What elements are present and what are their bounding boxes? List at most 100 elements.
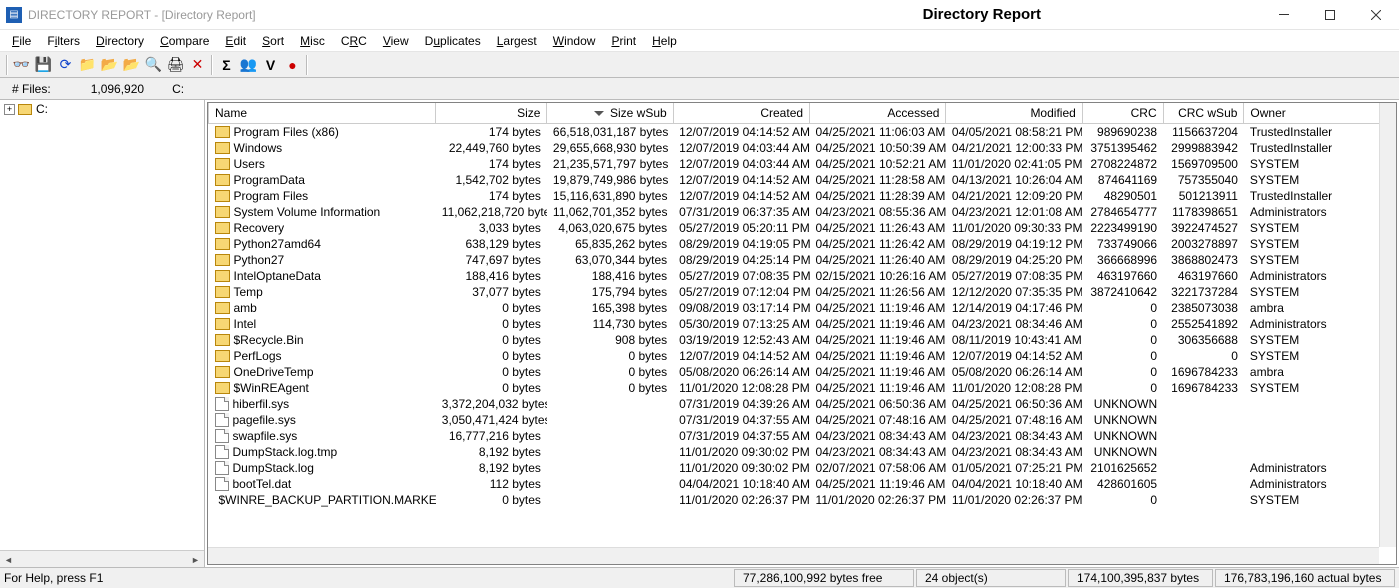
row-size: 0 bytes <box>436 492 547 508</box>
table-row[interactable]: PerfLogs0 bytes0 bytes12/07/2019 04:14:5… <box>209 348 1396 364</box>
row-crc-wsub: 501213911 <box>1163 188 1244 204</box>
table-row[interactable]: swapfile.sys16,777,216 bytes07/31/2019 0… <box>209 428 1396 444</box>
row-crc-wsub: 1178398651 <box>1163 204 1244 220</box>
row-modified: 08/29/2019 04:19:12 PM <box>946 236 1082 252</box>
status-objects: 24 object(s) <box>916 569 1066 587</box>
list-hscroll[interactable] <box>208 547 1379 564</box>
table-row[interactable]: $WINRE_BACKUP_PARTITION.MARKER0 bytes11/… <box>209 492 1396 508</box>
tree-hscroll[interactable]: ◄ ► <box>0 550 204 567</box>
row-modified: 04/04/2021 10:18:40 AM <box>946 476 1082 492</box>
col-crc[interactable]: CRC <box>1082 103 1163 124</box>
row-crc: 2101625652 <box>1082 460 1163 476</box>
table-row[interactable]: amb0 bytes165,398 bytes09/08/2019 03:17:… <box>209 300 1396 316</box>
table-row[interactable]: Temp37,077 bytes175,794 bytes05/27/2019 … <box>209 284 1396 300</box>
menu-directory[interactable]: Directory <box>88 32 152 50</box>
col-accessed[interactable]: Accessed <box>810 103 946 124</box>
col-name[interactable]: Name <box>209 103 436 124</box>
close-button[interactable] <box>1353 0 1399 30</box>
col-modified[interactable]: Modified <box>946 103 1082 124</box>
folder-up-icon[interactable]: 📂 <box>99 54 120 75</box>
sigma-icon[interactable]: Σ <box>216 54 237 75</box>
row-accessed: 04/25/2021 10:50:39 AM <box>810 140 946 156</box>
table-row[interactable]: Recovery3,033 bytes4,063,020,675 bytes05… <box>209 220 1396 236</box>
menu-sort[interactable]: Sort <box>254 32 292 50</box>
row-created: 07/31/2019 04:39:26 AM <box>673 396 809 412</box>
table-row[interactable]: OneDriveTemp0 bytes0 bytes05/08/2020 06:… <box>209 364 1396 380</box>
row-owner: SYSTEM <box>1244 380 1396 396</box>
col-size-wsub[interactable]: Size wSub <box>547 103 673 124</box>
table-row[interactable]: System Volume Information11,062,218,720 … <box>209 204 1396 220</box>
menu-filters[interactable]: Filters <box>39 32 88 50</box>
table-row[interactable]: Program Files174 bytes15,116,631,890 byt… <box>209 188 1396 204</box>
row-size-wsub: 188,416 bytes <box>547 268 673 284</box>
expand-icon[interactable]: + <box>4 104 15 115</box>
scroll-left-icon[interactable]: ◄ <box>0 551 17 567</box>
menu-edit[interactable]: Edit <box>217 32 254 50</box>
scroll-right-icon[interactable]: ► <box>187 551 204 567</box>
menu-file[interactable]: File <box>4 32 39 50</box>
delete-icon[interactable]: ✕ <box>187 54 208 75</box>
window-title: DIRECTORY REPORT - [Directory Report] <box>28 8 256 22</box>
table-row[interactable]: IntelOptaneData188,416 bytes188,416 byte… <box>209 268 1396 284</box>
binoculars-icon[interactable]: 👓 <box>11 54 32 75</box>
people-icon[interactable]: 👥 <box>238 54 259 75</box>
save-icon[interactable]: 💾 <box>33 54 54 75</box>
table-row[interactable]: ProgramData1,542,702 bytes19,879,749,986… <box>209 172 1396 188</box>
row-created: 08/29/2019 04:19:05 PM <box>673 236 809 252</box>
menu-misc[interactable]: Misc <box>292 32 333 50</box>
row-size: 0 bytes <box>436 332 547 348</box>
col-owner[interactable]: Owner <box>1244 103 1396 124</box>
table-row[interactable]: Program Files (x86)174 bytes66,518,031,1… <box>209 124 1396 141</box>
row-size-wsub: 19,879,749,986 bytes <box>547 172 673 188</box>
table-row[interactable]: Users174 bytes21,235,571,797 bytes12/07/… <box>209 156 1396 172</box>
print-icon[interactable]: 🖨 <box>165 54 186 75</box>
folder-icon <box>215 158 230 170</box>
menu-window[interactable]: Window <box>545 32 604 50</box>
row-name: $WinREAgent <box>234 381 309 395</box>
menu-view[interactable]: View <box>375 32 417 50</box>
col-crc-wsub[interactable]: CRC wSub <box>1163 103 1244 124</box>
row-crc-wsub: 2552541892 <box>1163 316 1244 332</box>
menu-largest[interactable]: Largest <box>489 32 545 50</box>
col-size[interactable]: Size <box>436 103 547 124</box>
row-crc-wsub <box>1163 476 1244 492</box>
folder-icon <box>215 174 230 186</box>
row-crc: 366668996 <box>1082 252 1163 268</box>
table-row[interactable]: pagefile.sys3,050,471,424 bytes07/31/201… <box>209 412 1396 428</box>
list-vscroll[interactable] <box>1379 103 1396 547</box>
minimize-button[interactable] <box>1261 0 1307 30</box>
status-bytes: 174,100,395,837 bytes <box>1068 569 1213 587</box>
table-row[interactable]: DumpStack.log.tmp8,192 bytes11/01/2020 0… <box>209 444 1396 460</box>
record-icon[interactable]: ● <box>282 54 303 75</box>
table-row[interactable]: $Recycle.Bin0 bytes908 bytes03/19/2019 1… <box>209 332 1396 348</box>
folder-open-icon[interactable]: 📂 <box>121 54 142 75</box>
table-row[interactable]: $WinREAgent0 bytes0 bytes11/01/2020 12:0… <box>209 380 1396 396</box>
table-row[interactable]: Intel0 bytes114,730 bytes05/30/2019 07:1… <box>209 316 1396 332</box>
check-icon[interactable]: V <box>260 54 281 75</box>
folder-icon[interactable]: 📁 <box>77 54 98 75</box>
table-row[interactable]: Python27amd64638,129 bytes65,835,262 byt… <box>209 236 1396 252</box>
row-crc: 989690238 <box>1082 124 1163 141</box>
search-icon[interactable]: 🔍 <box>143 54 164 75</box>
table-row[interactable]: Python27747,697 bytes63,070,344 bytes08/… <box>209 252 1396 268</box>
table-row[interactable]: hiberfil.sys3,372,204,032 bytes07/31/201… <box>209 396 1396 412</box>
row-name: Intel <box>234 317 257 331</box>
menu-duplicates[interactable]: Duplicates <box>417 32 489 50</box>
col-created[interactable]: Created <box>673 103 809 124</box>
refresh-icon[interactable]: ⟳ <box>55 54 76 75</box>
maximize-button[interactable] <box>1307 0 1353 30</box>
row-name: Program Files <box>234 189 309 203</box>
menu-print[interactable]: Print <box>603 32 644 50</box>
menu-help[interactable]: Help <box>644 32 685 50</box>
menu-crc[interactable]: CRC <box>333 32 375 50</box>
row-crc-wsub <box>1163 396 1244 412</box>
status-free: 77,286,100,992 bytes free <box>734 569 914 587</box>
menu-compare[interactable]: Compare <box>152 32 217 50</box>
row-accessed: 11/01/2020 02:26:37 PM <box>810 492 946 508</box>
table-row[interactable]: bootTel.dat112 bytes04/04/2021 10:18:40 … <box>209 476 1396 492</box>
table-row[interactable]: Windows22,449,760 bytes29,655,668,930 by… <box>209 140 1396 156</box>
row-crc-wsub: 3868802473 <box>1163 252 1244 268</box>
table-row[interactable]: DumpStack.log8,192 bytes11/01/2020 09:30… <box>209 460 1396 476</box>
row-modified: 04/13/2021 10:26:04 AM <box>946 172 1082 188</box>
tree-root[interactable]: + C: <box>0 100 204 118</box>
